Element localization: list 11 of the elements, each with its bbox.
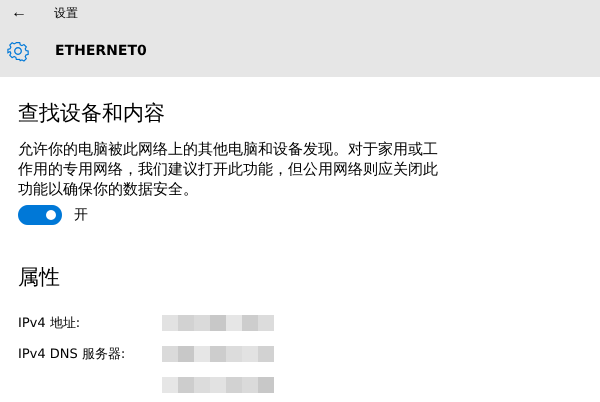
section-heading: 查找设备和内容 bbox=[18, 100, 166, 127]
section-heading: 属性 bbox=[18, 264, 61, 291]
app-title: 设置 bbox=[54, 4, 78, 22]
description-text: 允许你的电脑被此网络上的其他电脑和设备发现。对于家用或工作用的专用网络，我们建议打开此功能，但公用网络则应关闭此功能以确保你的数据安全。 bbox=[18, 139, 439, 199]
toggle-switch[interactable] bbox=[18, 205, 62, 225]
back-button[interactable]: ← bbox=[0, 0, 38, 26]
toggle-label: 开 bbox=[74, 206, 88, 224]
property-label: IPv4 DNS 服务器: bbox=[18, 346, 126, 362]
property-label: IPv4 地址: bbox=[18, 316, 80, 330]
settings-icon bbox=[7, 40, 29, 62]
page-title: ETHERNET0 bbox=[55, 43, 147, 59]
